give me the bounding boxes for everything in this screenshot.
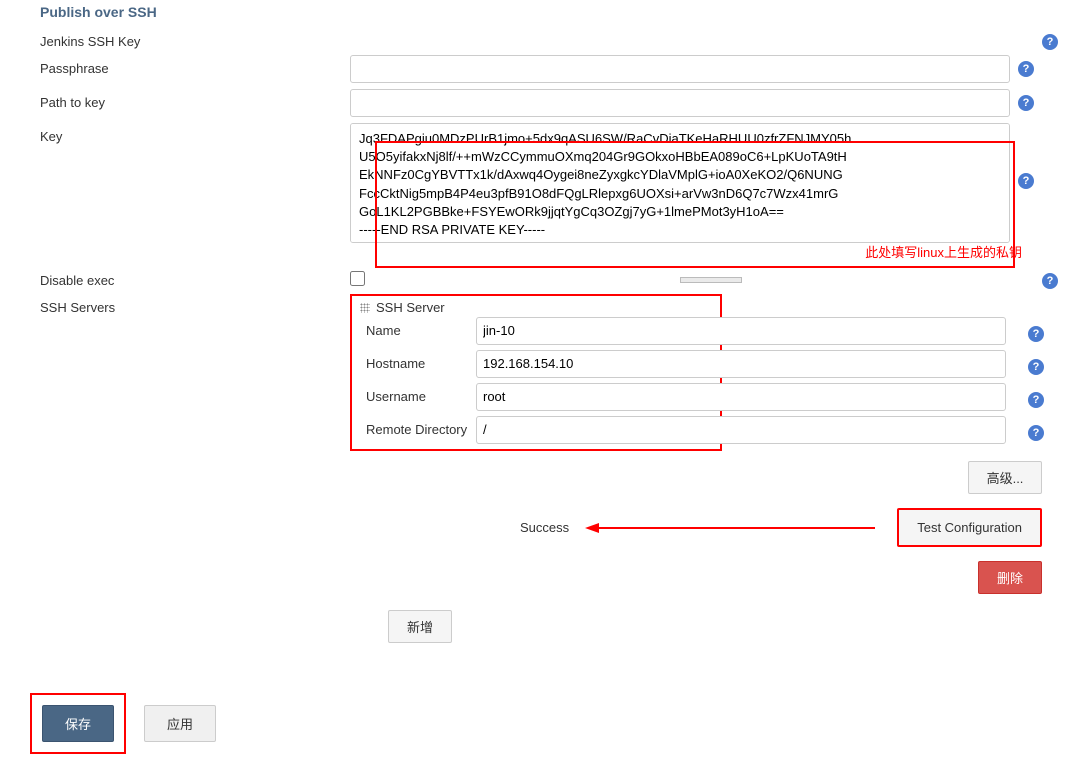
status-success: Success [520,520,569,535]
arrow-annotation [585,518,875,538]
section-title: Publish over SSH [10,0,1072,28]
key-textarea[interactable] [350,123,1010,243]
label-hostname: Hostname [360,356,480,371]
ssh-server-block: SSH Server Name ? Hostname ? Username ? [350,294,722,451]
passphrase-input[interactable] [350,55,1010,83]
disable-exec-checkbox[interactable] [350,271,365,286]
label-key: Key [10,123,350,144]
hostname-input[interactable] [476,350,1006,378]
help-icon[interactable]: ? [1018,173,1034,189]
help-icon[interactable]: ? [1018,95,1034,111]
label-remote-directory: Remote Directory [360,422,480,437]
label-path-to-key: Path to key [10,89,350,110]
label-passphrase: Passphrase [10,55,350,76]
label-username: Username [360,389,480,404]
name-input[interactable] [476,317,1006,345]
label-jenkins-ssh-key: Jenkins SSH Key [10,28,350,49]
annotation-box-save: 保存 [30,693,126,754]
advanced-button[interactable]: 高级... [968,461,1042,494]
help-icon[interactable]: ? [1042,273,1058,289]
save-button[interactable]: 保存 [42,705,114,742]
delete-button[interactable]: 删除 [978,561,1042,594]
help-icon[interactable]: ? [1042,34,1058,50]
username-input[interactable] [476,383,1006,411]
help-icon[interactable]: ? [1018,61,1034,77]
grip-icon[interactable] [360,303,370,313]
label-ssh-servers: SSH Servers [10,294,350,315]
help-icon[interactable]: ? [1028,359,1044,375]
help-icon[interactable]: ? [1028,326,1044,342]
ssh-server-title: SSH Server [376,300,445,315]
label-disable-exec: Disable exec [10,267,350,288]
label-name: Name [360,323,480,338]
remote-directory-input[interactable] [476,416,1006,444]
test-configuration-button[interactable]: Test Configuration [897,508,1042,547]
path-to-key-input[interactable] [350,89,1010,117]
annotation-key-note: 此处填写linux上生成的私钥 [865,242,1022,261]
help-icon[interactable]: ? [1028,392,1044,408]
help-icon[interactable]: ? [1028,425,1044,441]
add-button[interactable]: 新增 [388,610,452,643]
apply-button[interactable]: 应用 [144,705,216,742]
